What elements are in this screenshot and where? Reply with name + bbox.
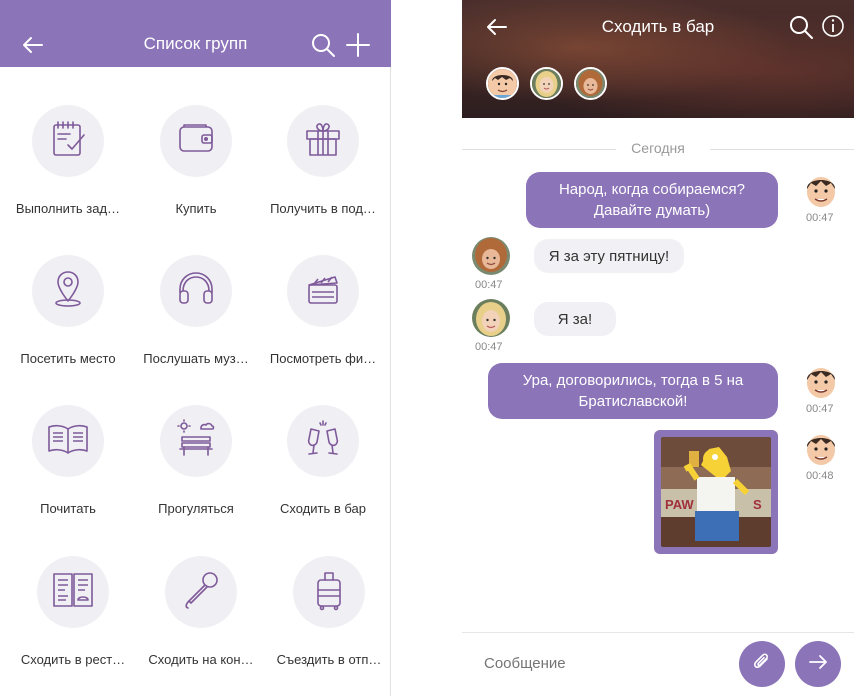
chat-screen: Сходить в бар Сегодня Народ, когда собир… <box>462 0 854 696</box>
group-item-label: Сходить в бар <box>280 501 366 516</box>
screen-gap <box>392 0 462 696</box>
app-root: Список групп Выполнить зад… Купить Получ… <box>0 0 854 696</box>
group-item-label: Посмотреть фи… <box>269 351 377 366</box>
group-item-gift[interactable]: Получить в под… <box>258 105 388 216</box>
group-item-concert[interactable]: Сходить на кон… <box>136 556 266 667</box>
group-item-label: Купить <box>175 201 217 216</box>
group-item-visit-place[interactable]: Посетить место <box>3 255 133 366</box>
group-item-label: Выполнить зад… <box>15 201 121 216</box>
group-item-label: Сходить на кон… <box>148 652 254 667</box>
homer-simpson-beer-gif[interactable]: PAW S <box>661 437 771 547</box>
message-text: Народ, когда собираемся? Давайте думать) <box>558 181 746 219</box>
chat-header: Сходить в бар <box>462 0 854 118</box>
participant-avatar-blonde-woman[interactable] <box>530 67 563 100</box>
group-item-label: Почитать <box>40 501 96 516</box>
group-item-task[interactable]: Выполнить зад… <box>3 105 133 216</box>
group-item-movie[interactable]: Посмотреть фи… <box>258 255 388 366</box>
group-list-screen: Список групп Выполнить зад… Купить Получ… <box>0 0 391 696</box>
date-label: Сегодня <box>631 140 685 156</box>
wallet-icon <box>174 117 218 166</box>
blonde-woman-avatar[interactable] <box>472 299 510 337</box>
svg-text:S: S <box>753 497 762 512</box>
group-item-bar[interactable]: Сходить в бар <box>258 405 388 516</box>
cartoon-man-avatar[interactable] <box>802 171 840 209</box>
send-button[interactable] <box>795 641 841 687</box>
headphones-icon <box>174 267 218 316</box>
message-bubble-incoming[interactable]: Я за! <box>534 302 616 336</box>
message-bubble-incoming[interactable]: Я за эту пятницу! <box>534 239 684 273</box>
plus-icon[interactable] <box>345 32 371 58</box>
group-item-vacation[interactable]: Съездить в отп… <box>264 556 394 667</box>
attach-button[interactable] <box>739 641 785 687</box>
task-checklist-icon <box>46 117 90 166</box>
message-text: Ура, договорились, тогда в 5 на Братисла… <box>522 372 744 410</box>
message-time: 00:47 <box>806 212 834 224</box>
participant-avatar-cartoon-man[interactable] <box>486 67 519 100</box>
paperclip-icon <box>751 651 773 678</box>
group-item-walk[interactable]: Прогуляться <box>131 405 261 516</box>
open-book-icon <box>44 417 92 466</box>
group-item-label: Послушать муз… <box>143 351 249 366</box>
message-text: Я за! <box>557 310 593 328</box>
curly-hair-person-avatar[interactable] <box>472 237 510 275</box>
cartoon-man-avatar[interactable] <box>802 362 840 400</box>
search-icon[interactable] <box>788 14 814 40</box>
separator-line <box>710 149 854 150</box>
clapperboard-icon <box>301 267 345 316</box>
microphone-icon <box>179 568 223 617</box>
message-image-bubble[interactable]: PAW S <box>654 430 778 554</box>
suitcase-icon <box>307 568 351 617</box>
map-pin-icon <box>46 267 90 316</box>
message-time: 00:48 <box>806 470 834 482</box>
group-item-restaurant[interactable]: Сходить в рест… <box>8 556 138 667</box>
date-separator: Сегодня <box>462 140 854 158</box>
cartoon-man-avatar[interactable] <box>802 429 840 467</box>
group-item-buy[interactable]: Купить <box>131 105 261 216</box>
participant-avatar-curly-hair[interactable] <box>574 67 607 100</box>
park-bench-icon <box>174 417 218 466</box>
gift-icon <box>301 117 345 166</box>
group-item-label: Прогуляться <box>158 501 234 516</box>
group-item-label: Посетить место <box>20 351 116 366</box>
search-icon[interactable] <box>310 32 336 58</box>
champagne-glasses-icon <box>301 417 345 466</box>
message-time: 00:47 <box>475 279 503 291</box>
info-icon[interactable] <box>820 13 846 39</box>
group-item-read[interactable]: Почитать <box>3 405 133 516</box>
message-time: 00:47 <box>475 341 503 353</box>
svg-text:PAW: PAW <box>665 497 694 512</box>
restaurant-menu-icon <box>49 568 97 617</box>
group-item-music[interactable]: Послушать муз… <box>131 255 261 366</box>
group-item-label: Сходить в рест… <box>20 652 126 667</box>
message-time: 00:47 <box>806 403 834 415</box>
message-bubble-outgoing[interactable]: Народ, когда собираемся? Давайте думать) <box>526 172 778 228</box>
group-list-header: Список групп <box>0 0 391 67</box>
group-item-label: Съездить в отп… <box>276 652 382 667</box>
message-input[interactable] <box>484 655 724 672</box>
message-text: Я за эту пятницу! <box>548 247 670 265</box>
message-composer <box>462 632 854 696</box>
message-bubble-outgoing[interactable]: Ура, договорились, тогда в 5 на Братисла… <box>488 363 778 419</box>
arrow-right-icon <box>807 651 829 678</box>
group-item-label: Получить в под… <box>270 201 376 216</box>
